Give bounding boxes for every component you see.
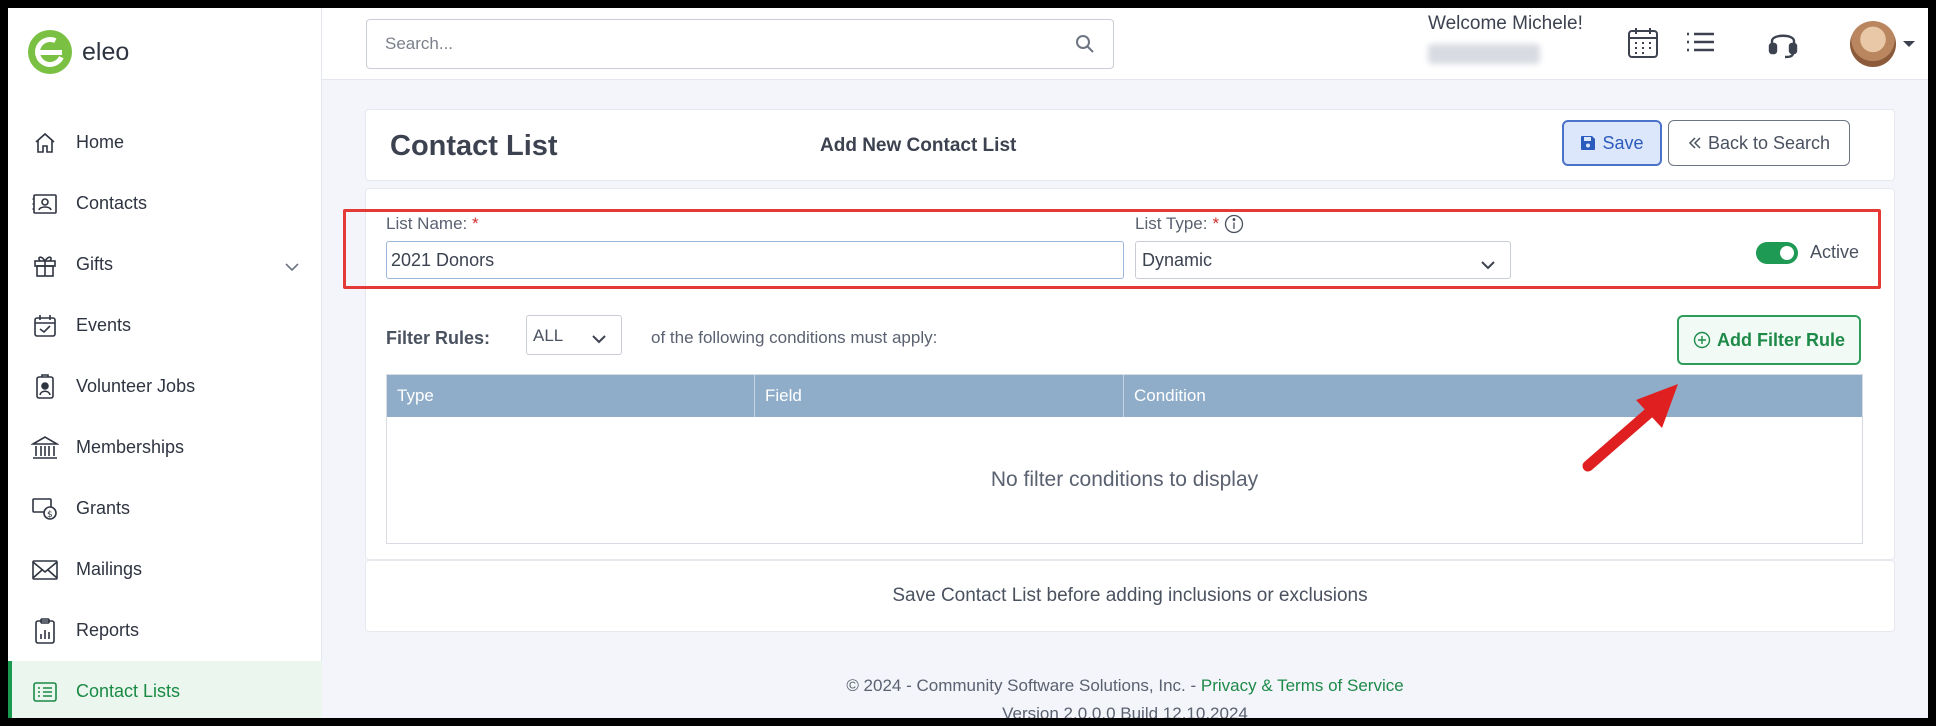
sidebar-item-label: Grants [76,498,131,518]
active-toggle[interactable] [1756,242,1798,264]
list-icon [30,677,60,707]
column-header-field[interactable]: Field [755,375,1124,417]
list-name-label: List Name: * [386,214,479,233]
top-bar: Welcome Michele! [322,8,1928,80]
double-chevron-left-icon [1688,137,1701,149]
task-list-icon[interactable] [1684,26,1718,65]
eleo-logo-icon [28,30,72,74]
logo-text: eleo [82,37,130,66]
sidebar-item-mailings[interactable]: Mailings [8,539,322,600]
bank-icon [30,433,60,463]
search-box[interactable] [366,19,1114,69]
sidebar-item-memberships[interactable]: Memberships [8,417,322,478]
sidebar-item-label: Contact Lists [76,681,181,701]
chevron-down-icon [591,329,607,349]
back-to-search-button[interactable]: Back to Search [1668,120,1850,166]
envelope-icon [30,555,60,585]
user-avatar[interactable] [1850,21,1896,67]
sidebar-item-volunteer-jobs[interactable]: Volunteer Jobs [8,356,322,417]
sidebar-item-label: Home [76,132,125,152]
sidebar-item-events[interactable]: Events [8,295,322,356]
filter-conditions-text: of the following conditions must apply: [651,328,938,347]
active-label: Active [1810,242,1860,262]
search-input[interactable] [385,34,1025,54]
sidebar-item-reports[interactable]: Reports [8,600,322,661]
save-button[interactable]: Save [1562,120,1662,166]
badge-icon [30,372,60,402]
version-text: Version 2.0.0.0 Build 12.10.2024 [1002,704,1248,718]
info-icon[interactable] [1224,214,1244,234]
sidebar-nav: Home Contacts Gifts Events Volunteer Job… [8,112,322,718]
add-filter-rule-button[interactable]: Add Filter Rule [1677,315,1861,365]
svg-text:$: $ [47,510,53,520]
sidebar-item-label: Events [76,315,132,335]
sidebar-item-gifts[interactable]: Gifts [8,234,322,295]
save-note-card: Save Contact List before adding inclusio… [365,560,1895,632]
column-header-condition[interactable]: Condition [1124,375,1862,417]
sidebar-item-label: Contacts [76,193,148,213]
annotation-arrow [1582,384,1678,472]
chevron-down-icon [1480,254,1496,275]
sidebar-item-label: Mailings [76,559,143,579]
page-title: Contact List [390,130,558,162]
headset-support-icon[interactable] [1766,26,1800,65]
sidebar-item-label: Volunteer Jobs [76,376,196,396]
footer: © 2024 - Community Software Solutions, I… [322,676,1928,696]
contact-card-icon [30,189,60,219]
organization-name-blurred [1428,44,1540,64]
logo[interactable]: eleo [28,30,129,74]
list-type-select[interactable]: Dynamic [1135,241,1511,279]
filter-rules-label: Filter Rules: [386,328,491,348]
welcome-text: Welcome Michele! [1428,13,1583,34]
save-button-label: Save [1602,132,1644,153]
sidebar-item-label: Memberships [76,437,185,457]
home-icon [30,128,60,158]
sidebar-item-contact-lists[interactable]: Contact Lists [8,661,322,718]
chevron-down-icon[interactable] [284,256,300,277]
back-button-label: Back to Search [1707,132,1831,153]
plus-circle-icon [1693,331,1711,349]
page-subtitle: Add New Contact List [820,135,1017,156]
calendar-check-icon [30,311,60,341]
sidebar-item-home[interactable]: Home [8,112,322,173]
app-window: eleo Home Contacts Gifts Events Voluntee… [8,8,1928,718]
filter-match-value: ALL [533,326,564,345]
filter-match-select[interactable]: ALL [526,315,622,355]
list-type-label: List Type: * [1135,214,1244,234]
add-filter-rule-label: Add Filter Rule [1716,329,1845,350]
copyright-text: © 2024 - Community Software Solutions, I… [846,676,1201,695]
caret-down-icon[interactable] [1902,36,1916,54]
money-icon: $ [30,494,60,524]
search-icon[interactable] [1075,34,1095,59]
save-note-text: Save Contact List before adding inclusio… [892,585,1368,606]
sidebar-item-label: Gifts [76,254,114,274]
sidebar-item-grants[interactable]: $ Grants [8,478,322,539]
gift-icon [30,250,60,280]
calendar-icon[interactable] [1626,26,1660,65]
page-header-card: Contact List Add New Contact List Save B… [365,109,1895,181]
privacy-terms-link[interactable]: Privacy & Terms of Service [1201,676,1404,695]
sidebar-item-label: Reports [76,620,140,640]
sidebar-item-contacts[interactable]: Contacts [8,173,322,234]
floppy-disk-icon [1581,136,1596,150]
column-header-type[interactable]: Type [387,375,755,417]
list-type-value: Dynamic [1142,250,1213,270]
sidebar: eleo Home Contacts Gifts Events Voluntee… [8,8,322,718]
list-name-input[interactable] [386,241,1124,279]
clipboard-chart-icon [30,616,60,646]
